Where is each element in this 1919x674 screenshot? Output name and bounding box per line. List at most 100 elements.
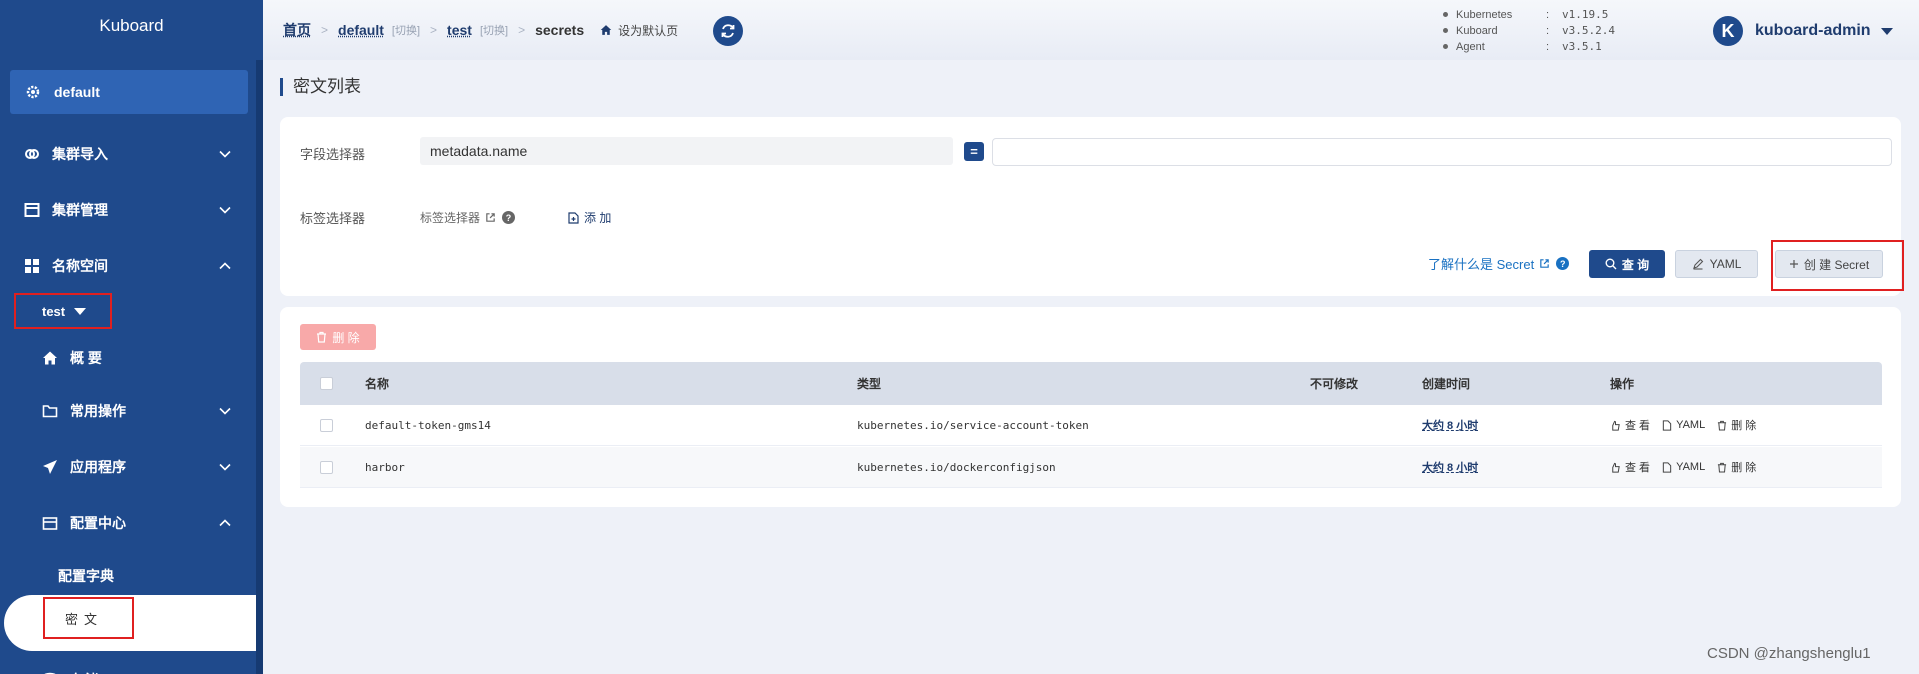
row-yaml-button[interactable]: YAML [1662,419,1705,431]
refresh-icon [721,24,735,38]
view-label: 查 看 [1625,420,1651,432]
view-button[interactable]: 查 看 [1610,417,1650,433]
column-header: 名称 [365,377,390,391]
add-label-text: 添 加 [584,211,612,225]
caret-down-icon [1880,27,1893,35]
add-label-button[interactable]: 添 加 [568,209,611,226]
sidebar-scrollbar[interactable] [256,60,263,674]
bullet-icon [1443,12,1448,17]
version-name: Agent [1456,41,1485,53]
learn-secret-text: 了解什么是 Secret [1428,257,1535,272]
server-icon [24,202,40,218]
help-icon[interactable]: ? [1556,257,1570,270]
version-name: Kuboard [1456,25,1498,37]
home-icon [600,25,612,35]
search-icon [1605,258,1617,270]
sidebar-item-label: 集群管理 [52,202,108,218]
avatar: K [1713,16,1743,46]
sidebar: Kuboard default 集群导入 集群管理 名称空间 test 概 要 … [0,0,263,674]
version-row: Agent: v3.5.1 [1443,39,1615,55]
sidebar-item-label: 存储 [70,670,98,674]
external-link-icon [1540,259,1549,268]
breadcrumb-namespace[interactable]: test [447,22,472,38]
row-yaml-label: YAML [1676,461,1706,473]
chevron-right-icon: > [321,23,329,37]
version-value: v1.19.5 [1562,8,1609,21]
top-header: 首页 > default [切换] > test [切换] > secrets … [263,0,1919,60]
breadcrumb: 首页 > default [切换] > test [切换] > secrets … [283,20,678,40]
field-selector-label: 字段选择器 [300,147,366,162]
yaml-button[interactable]: YAML [1675,250,1758,278]
chevron-right-icon: > [430,23,438,37]
namespace-selector[interactable]: test [14,293,112,329]
secret-type: kubernetes.io/service-account-token [857,418,1089,432]
learn-secret-link[interactable]: 了解什么是 Secret ? [1428,254,1570,273]
chevron-down-icon [219,150,231,158]
select-all-checkbox[interactable] [320,377,333,390]
label-selector-label: 标签选择器 [300,211,366,226]
secret-created: 大约 8 小时 [1422,462,1479,474]
sidebar-item-common-ops[interactable]: 常用操作 [0,391,256,431]
file-icon [1662,419,1672,431]
version-colon: : [1546,9,1550,21]
file-add-icon [568,211,579,224]
chevron-right-icon: > [518,23,526,37]
row-delete-label: 删 除 [1731,420,1757,432]
set-default-page-link[interactable]: 设为默认页 [600,22,678,39]
namespace-name: test [42,303,66,319]
row-actions: 查 看 YAML 删 除 [1610,447,1768,487]
sidebar-item-namespace[interactable]: 名称空间 [0,246,256,286]
sidebar-item-cluster-manage[interactable]: 集群管理 [0,190,256,230]
view-button[interactable]: 查 看 [1610,459,1650,475]
help-icon[interactable]: ? [502,211,516,224]
breadcrumb-current: secrets [535,22,585,38]
row-delete-button[interactable]: 删 除 [1717,417,1756,433]
row-actions: 查 看 YAML 删 除 [1610,405,1768,445]
sidebar-item-configmap[interactable]: 配置字典 [58,566,114,586]
operator-button[interactable]: = [964,142,984,161]
sidebar-item-applications[interactable]: 应用程序 [0,447,256,487]
row-yaml-button[interactable]: YAML [1662,461,1705,473]
secret-name[interactable]: harbor [365,447,405,487]
version-colon: : [1546,41,1550,53]
cluster-selector[interactable]: default [10,70,248,114]
sidebar-item-config-center[interactable]: 配置中心 [0,503,256,543]
caret-down-icon [74,307,87,315]
bulk-delete-button[interactable]: 删 除 [300,324,376,350]
create-button-highlight [1771,240,1904,291]
field-selector-input[interactable]: metadata.name [420,137,953,165]
yaml-label: YAML [1709,257,1742,271]
edit-icon [1692,258,1703,270]
user-menu[interactable]: K kuboard-admin [1713,16,1893,46]
external-link-icon [486,213,495,222]
chevron-down-icon [219,463,231,471]
switch-namespace-link[interactable]: [切换] [480,22,508,38]
sidebar-item-storage[interactable]: 存储 [0,660,256,674]
row-delete-button[interactable]: 删 除 [1717,459,1756,475]
query-button[interactable]: 查 询 [1589,250,1665,278]
field-value-input[interactable] [992,138,1892,166]
sidebar-item-secrets[interactable]: 密文 [43,597,134,639]
row-checkbox[interactable] [320,460,333,474]
gear-icon [24,83,42,101]
home-icon [42,350,58,366]
sidebar-item-overview[interactable]: 概 要 [0,338,256,378]
breadcrumb-cluster[interactable]: default [338,22,384,38]
label-selector-link[interactable]: 标签选择器 ? [420,209,516,226]
row-checkbox[interactable] [320,418,333,432]
breadcrumb-home[interactable]: 首页 [283,20,311,40]
row-yaml-label: YAML [1676,419,1706,431]
refresh-button[interactable] [713,16,743,46]
label-selector-link-text: 标签选择器 [420,211,481,225]
chevron-up-icon [219,519,231,527]
switch-cluster-link[interactable]: [切换] [392,22,420,38]
chevron-down-icon [219,407,231,415]
trash-icon [1718,420,1727,431]
trash-icon [317,331,327,343]
page-title: 密文列表 [280,78,361,96]
sidebar-item-cluster-import[interactable]: 集群导入 [0,134,256,174]
view-label: 查 看 [1625,462,1651,474]
table-panel: 删 除 名称 类型 不可修改 创建时间 操作 default-token-gms… [280,307,1901,507]
query-label: 查 询 [1621,257,1650,272]
secret-name[interactable]: default-token-gms14 [365,405,491,445]
